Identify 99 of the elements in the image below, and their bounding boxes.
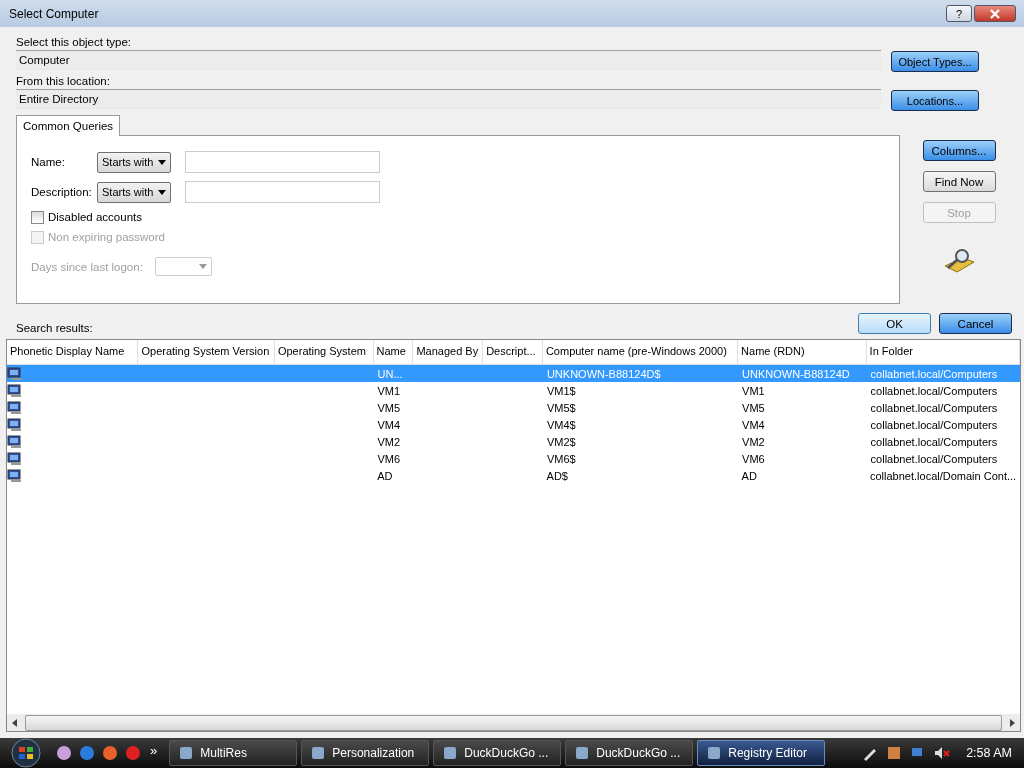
table-row[interactable]: VM2 VM2$ VM2 collabnet.local/Computers — [7, 433, 1020, 450]
taskbar-button[interactable]: Registry Editor — [697, 740, 826, 766]
quick-launch-icon[interactable] — [56, 745, 72, 761]
readonly-field: Computer — [16, 50, 881, 70]
column-header[interactable]: Managed By — [413, 340, 484, 364]
column-header[interactable]: Phonetic Display Name — [7, 340, 139, 364]
table-row[interactable]: VM5 VM5$ VM5 collabnet.local/Computers — [7, 399, 1020, 416]
column-header[interactable]: Operating System — [274, 340, 374, 364]
table-row[interactable]: VM4 VM4$ VM4 collabnet.local/Computers — [7, 416, 1020, 433]
field-label: Description: — [31, 186, 93, 198]
table-cell: VM2 — [377, 435, 401, 448]
checkbox-label: Non expiring password — [48, 231, 165, 243]
table-cell: VM2$ — [546, 435, 576, 448]
table-cell: VM6 — [377, 452, 401, 465]
caret-icon — [158, 189, 166, 195]
taskbar-button[interactable]: Personalization — [301, 740, 430, 766]
checkbox-label: Disabled accounts — [48, 211, 142, 223]
table-cell: VM1 — [377, 384, 401, 397]
table-cell: collabnet.local/Computers — [870, 367, 998, 380]
table-cell: UNKNOWN-B88124D — [742, 367, 850, 380]
dialog-button[interactable]: OK — [858, 313, 931, 334]
close-button[interactable] — [974, 5, 1016, 22]
table-cell: VM2 — [742, 435, 765, 448]
more-button[interactable]: » — [150, 742, 158, 758]
table-cell: VM6 — [742, 452, 765, 465]
column-header[interactable]: Name — [373, 340, 414, 364]
table-cell: collabnet.local/Computers — [870, 401, 998, 414]
table-cell: UNKNOWN-B88124D$ — [546, 367, 661, 380]
table-cell: VM5$ — [546, 401, 576, 414]
dialog-button[interactable]: Columns... — [922, 140, 996, 161]
table-cell: VM1 — [742, 384, 765, 397]
table-row[interactable]: VM6 VM6$ VM6 collabnet.local/Computers — [7, 450, 1020, 467]
computer-icon — [7, 451, 23, 466]
mode-dropdown[interactable]: Starts with — [97, 151, 171, 173]
quick-launch-icon[interactable] — [79, 745, 95, 761]
dialog-button[interactable]: Find Now — [922, 171, 996, 192]
table-cell: VM1$ — [546, 384, 576, 397]
table-cell: collabnet.local/Computers — [870, 418, 998, 431]
field-label: Days since last logon: — [31, 260, 143, 273]
quick-launch-icon[interactable] — [125, 745, 141, 761]
column-header[interactable]: Computer name (pre-Windows 2000) — [542, 340, 739, 364]
quick-launch-icon[interactable] — [102, 745, 118, 761]
results-label: Search results: — [16, 321, 93, 336]
table-cell: collabnet.local/Computers — [870, 384, 998, 397]
computer-icon — [7, 366, 23, 381]
table-cell: collabnet.local/Computers — [870, 435, 998, 448]
app-icon — [574, 745, 591, 761]
readonly-field: Entire Directory — [16, 89, 881, 109]
column-header[interactable]: Descript... — [483, 340, 543, 364]
table-cell: AD — [377, 469, 393, 482]
computer-icon — [7, 434, 23, 449]
computer-icon — [7, 468, 23, 483]
computer-icon — [7, 400, 23, 415]
table-cell: AD$ — [546, 469, 568, 482]
column-header[interactable]: Operating System Version — [138, 340, 275, 364]
app-icon — [706, 745, 723, 761]
table-row[interactable]: VM1 VM1$ VM1 collabnet.local/Computers — [7, 382, 1020, 399]
dialog-button[interactable]: Locations... — [891, 90, 979, 111]
app-icon — [310, 745, 327, 761]
table-cell: VM4$ — [546, 418, 576, 431]
tray-icon[interactable] — [886, 745, 903, 761]
app-icon — [178, 745, 195, 761]
mode-dropdown[interactable]: Starts with — [97, 181, 171, 203]
column-header[interactable]: Name (RDN) — [738, 340, 867, 364]
table-cell: VM5 — [377, 401, 401, 414]
window-title: Select Computer — [9, 6, 99, 21]
app-icon — [442, 745, 459, 761]
volume-muted-icon[interactable] — [934, 745, 951, 761]
taskbar-button[interactable]: DuckDuckGo ... — [433, 740, 562, 766]
table-row[interactable]: AD AD$ AD collabnet.local/Domain Cont... — [7, 467, 1020, 484]
table-cell: VM5 — [742, 401, 765, 414]
computer-icon — [7, 417, 23, 432]
search-folder-icon — [942, 248, 976, 274]
computer-icon — [7, 383, 23, 398]
tab[interactable]: Common Queries — [16, 115, 121, 136]
taskbar-button[interactable]: MultiRes — [169, 740, 298, 766]
table-cell: collabnet.local/Computers — [870, 452, 998, 465]
input-field[interactable] — [185, 181, 380, 203]
table-cell: VM4 — [377, 418, 401, 431]
field-label: Name: — [31, 156, 66, 168]
close-icon — [989, 8, 1001, 19]
table-cell: AD — [741, 469, 757, 482]
caret-icon — [198, 264, 207, 269]
column-header[interactable]: In Folder — [866, 340, 1020, 364]
table-cell: UN... — [377, 367, 403, 380]
horizontal-scrollbar[interactable] — [7, 714, 1020, 731]
checkbox[interactable] — [31, 210, 44, 224]
field-label: Select this object type: — [16, 35, 133, 50]
taskbar-button[interactable]: DuckDuckGo ... — [565, 740, 694, 766]
help-button[interactable]: ? — [946, 5, 972, 22]
dialog-button[interactable]: Object Types... — [891, 51, 979, 72]
clock[interactable]: 2:58 AM — [966, 746, 1012, 760]
field-label: From this location: — [16, 74, 111, 89]
caret-icon — [158, 159, 166, 165]
table-cell: collabnet.local/Domain Cont... — [870, 469, 1017, 482]
table-cell: VM6$ — [546, 452, 576, 465]
dialog-button[interactable]: Cancel — [939, 313, 1012, 334]
table-cell: VM4 — [742, 418, 765, 431]
input-field[interactable] — [185, 151, 380, 173]
